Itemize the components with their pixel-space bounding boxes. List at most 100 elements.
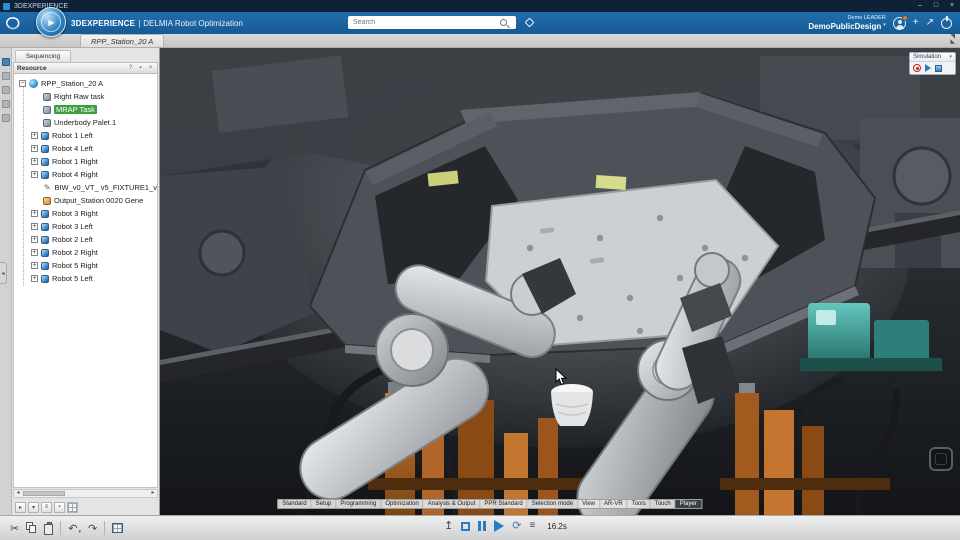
- tree-item[interactable]: + Robot 5 Right: [14, 259, 157, 272]
- redo-icon[interactable]: ↷: [88, 522, 97, 535]
- tab-player[interactable]: Player: [675, 500, 702, 508]
- view-tool-icon[interactable]: [1, 86, 10, 94]
- scroll-left-icon[interactable]: ◂: [14, 490, 22, 497]
- tree-item[interactable]: − RPP_Station_20 A: [14, 77, 157, 90]
- brand-title: 3DEXPERIENCE | DELMIA Robot Optimization: [71, 18, 243, 28]
- tab-programming[interactable]: Programming: [336, 500, 382, 508]
- tree-item[interactable]: + Robot 1 Left: [14, 129, 157, 142]
- robot-cell-3d-scene[interactable]: [160, 48, 960, 515]
- stop-button[interactable]: [461, 521, 471, 531]
- section-tool-icon[interactable]: [1, 114, 10, 122]
- tree-item[interactable]: + Robot 5 Left: [14, 272, 157, 285]
- expand-toggle[interactable]: +: [31, 210, 38, 217]
- tab-optimization[interactable]: Optimization: [381, 500, 424, 508]
- measure-tool-icon[interactable]: [1, 100, 10, 108]
- pin-icon[interactable]: ▪: [137, 65, 144, 71]
- tab-selection-mode[interactable]: Selection mode: [528, 500, 579, 508]
- copy-icon[interactable]: [26, 522, 37, 534]
- scroll-right-icon[interactable]: ▸: [149, 490, 157, 497]
- 3d-viewport[interactable]: Simulation ▾ Standard Setup Programming …: [160, 48, 960, 515]
- undo-icon: ↶: [68, 522, 78, 535]
- expand-all-button[interactable]: ▸: [15, 501, 26, 513]
- user-block[interactable]: Demo LEADER DemoPublicDesign ▾: [808, 15, 885, 31]
- avatar[interactable]: [892, 14, 908, 30]
- tab-ar-vr[interactable]: AR-VR: [600, 500, 628, 508]
- tree-item[interactable]: + Robot 4 Left: [14, 142, 157, 155]
- minimize-button[interactable]: –: [912, 0, 928, 12]
- expand-toggle[interactable]: +: [31, 145, 38, 152]
- power-icon[interactable]: [941, 16, 952, 29]
- tree-item[interactable]: ✎ BIW_v0_VT_ v5_FIXTURE1_v: [14, 181, 157, 194]
- tree-item[interactable]: + Robot 3 Left: [14, 220, 157, 233]
- resource-icon: [43, 118, 51, 127]
- tree-item[interactable]: + Robot 3 Right: [14, 207, 157, 220]
- export-icon[interactable]: ↥: [444, 520, 453, 532]
- scrollbar-thumb[interactable]: [23, 491, 65, 496]
- play-button[interactable]: [494, 520, 505, 532]
- tab-ppr-standard[interactable]: PPR Standard: [480, 500, 528, 508]
- expand-toggle[interactable]: +: [31, 275, 38, 282]
- tree-item[interactable]: Output_Station 0020 Gene: [14, 194, 157, 207]
- expand-toggle[interactable]: +: [31, 158, 38, 165]
- tab-setup[interactable]: Setup: [312, 500, 337, 508]
- pause-button[interactable]: [478, 521, 487, 531]
- playlist-icon[interactable]: ≡: [529, 521, 535, 531]
- expand-toggle[interactable]: +: [31, 132, 38, 139]
- paste-icon[interactable]: [44, 522, 54, 535]
- play-simulation-button[interactable]: [925, 64, 931, 72]
- tab-touch[interactable]: Touch: [651, 500, 676, 508]
- add-content-button[interactable]: +: [913, 18, 919, 28]
- 3d-compass-icon[interactable]: ▶: [36, 7, 66, 37]
- robot-icon: [41, 131, 49, 140]
- tab-sequencing[interactable]: Sequencing: [15, 50, 71, 62]
- tag-icon[interactable]: [523, 16, 536, 29]
- search-bar: [348, 16, 536, 29]
- robot-icon: [41, 235, 49, 244]
- workspace-dropdown[interactable]: DemoPublicDesign ▾: [808, 22, 885, 31]
- loop-icon[interactable]: ⟳: [512, 520, 521, 532]
- tree-item-selected[interactable]: MRAP Task: [14, 103, 157, 116]
- chevron-down-icon[interactable]: ▾: [949, 54, 952, 60]
- collapse-all-button[interactable]: ▾: [28, 501, 39, 513]
- list-view-button[interactable]: ≡: [41, 501, 52, 513]
- view-cube-widget[interactable]: [929, 447, 953, 471]
- expand-toggle[interactable]: +: [31, 223, 38, 230]
- tree-item[interactable]: + Robot 1 Right: [14, 155, 157, 168]
- tab-standard[interactable]: Standard: [278, 500, 312, 508]
- expand-toggle[interactable]: +: [31, 236, 38, 243]
- close-button[interactable]: ×: [944, 0, 960, 12]
- tree-item[interactable]: + Robot 2 Left: [14, 233, 157, 246]
- horizontal-scrollbar[interactable]: ◂ ▸: [13, 489, 158, 498]
- explore-tool-icon[interactable]: [1, 72, 10, 80]
- undo-button[interactable]: ↶ ▾: [68, 522, 81, 535]
- fullscreen-icon[interactable]: ◥ ◣: [950, 34, 955, 45]
- select-tool-icon[interactable]: [1, 58, 10, 66]
- grid-view-button[interactable]: [67, 501, 78, 513]
- record-button[interactable]: [913, 64, 921, 72]
- capture-button[interactable]: [935, 64, 942, 72]
- close-panel-icon[interactable]: ×: [147, 65, 154, 71]
- expand-toggle[interactable]: +: [31, 249, 38, 256]
- panel-collapse-button[interactable]: ◂: [0, 262, 7, 284]
- output-station-icon: [43, 196, 51, 205]
- tab-analysis-output[interactable]: Analysis & Output: [424, 500, 481, 508]
- collapse-toggle[interactable]: −: [19, 80, 26, 87]
- tab-view[interactable]: View: [578, 500, 601, 508]
- maximize-button[interactable]: □: [928, 0, 944, 12]
- expand-toggle[interactable]: +: [31, 262, 38, 269]
- cut-icon[interactable]: ✂: [10, 522, 19, 535]
- tab-tools[interactable]: Tools: [628, 500, 651, 508]
- filter-button[interactable]: ▪: [54, 501, 65, 513]
- tree-item[interactable]: Right Raw task: [14, 90, 157, 103]
- export-table-icon[interactable]: [112, 523, 124, 533]
- help-icon[interactable]: ?: [127, 65, 134, 71]
- search-icon[interactable]: [500, 19, 507, 26]
- expand-toggle[interactable]: +: [31, 171, 38, 178]
- document-tab[interactable]: RPP_Station_20 A: [80, 34, 165, 47]
- tree-item[interactable]: + Robot 2 Right: [14, 246, 157, 259]
- search-input[interactable]: [348, 16, 516, 29]
- station-root-icon: [29, 79, 38, 88]
- tree-item[interactable]: Underbody Palet.1: [14, 116, 157, 129]
- tree-item[interactable]: + Robot 4 Right: [14, 168, 157, 181]
- share-button[interactable]: ↗: [926, 18, 934, 28]
